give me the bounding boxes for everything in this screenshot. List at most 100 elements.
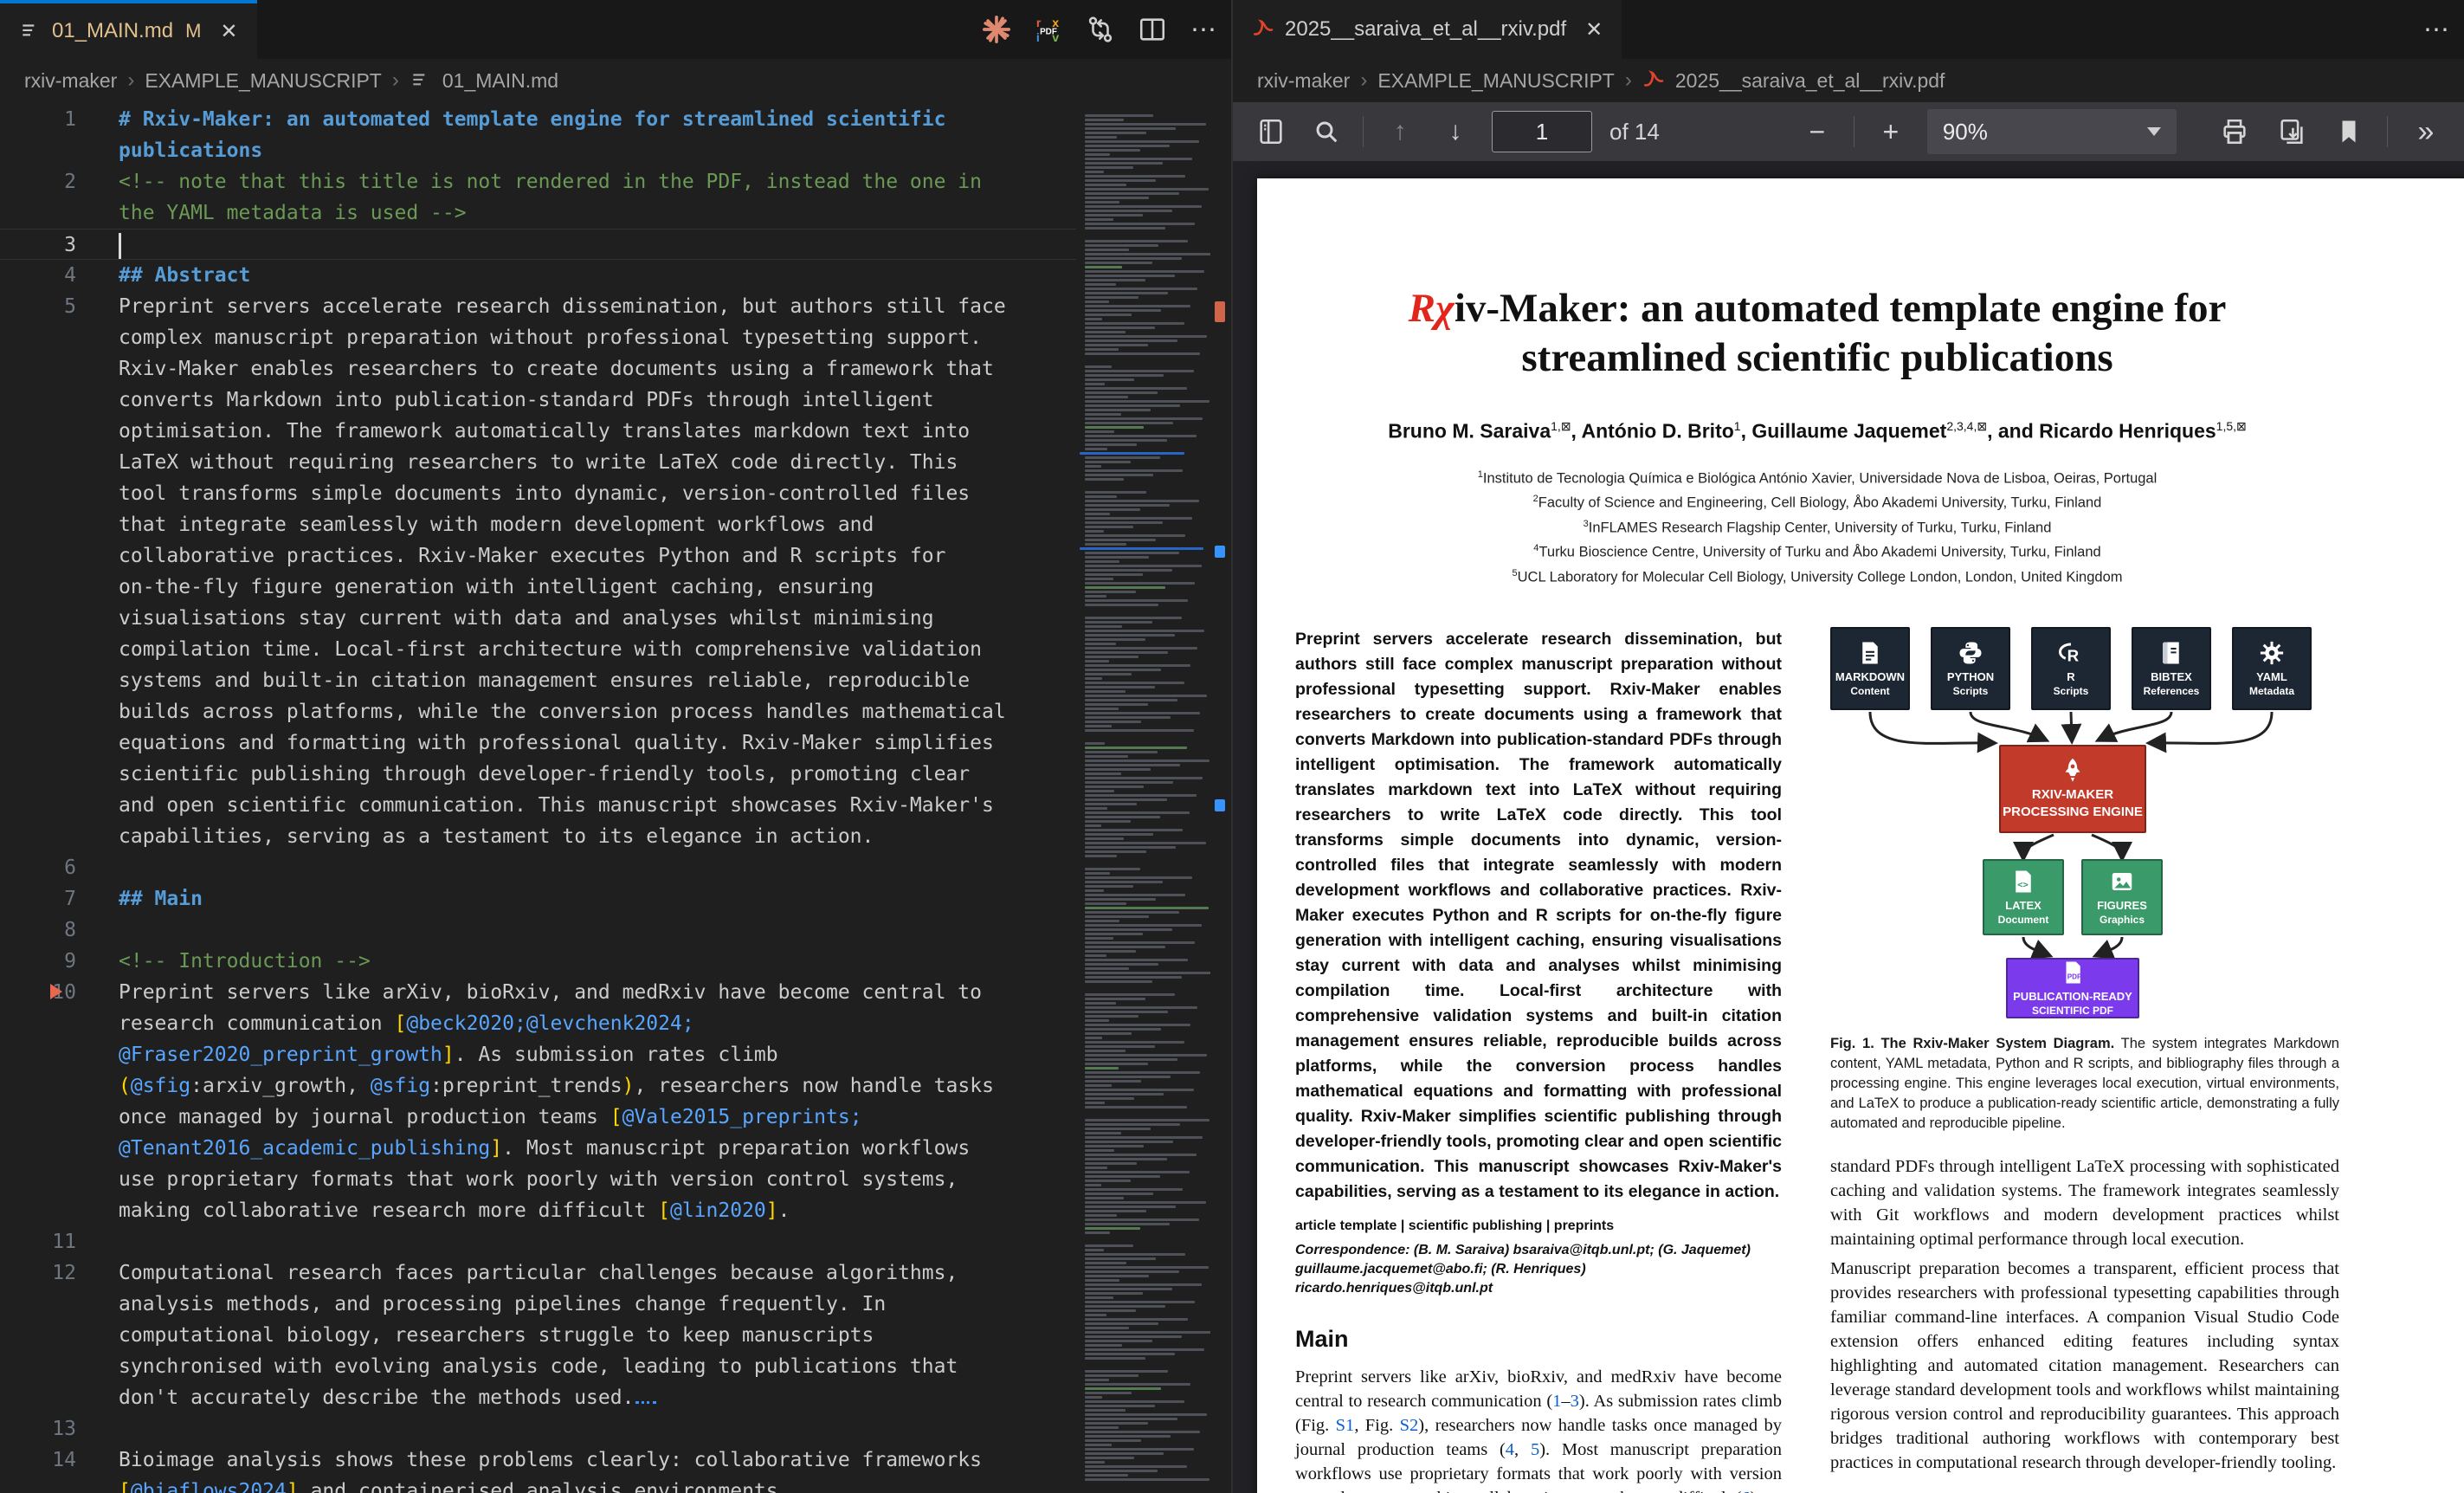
code-row[interactable]: that integrate seamlessly with modern de… — [0, 509, 1076, 540]
code-row[interactable]: computational biology, researchers strug… — [0, 1320, 1076, 1351]
code-line-text: scientific publishing through developer-… — [119, 759, 970, 790]
line-number — [0, 509, 76, 540]
code-row[interactable]: (@sfig:arxiv_growth, @sfig:preprint_tren… — [0, 1070, 1076, 1102]
code-line-text: that integrate seamlessly with modern de… — [119, 509, 874, 540]
code-row[interactable]: 13 — [0, 1413, 1076, 1445]
editor-actions: r x i v PDF — [982, 0, 1219, 59]
code-line-text: research communication [@beck2020;@levch… — [119, 1008, 694, 1039]
code-row[interactable]: 5Preprint servers accelerate research di… — [0, 291, 1076, 322]
code-row[interactable]: optimisation. The framework automaticall… — [0, 416, 1076, 447]
code-row[interactable]: use proprietary formats that work poorly… — [0, 1164, 1076, 1195]
code-row[interactable]: [@biaflows2024] and containerised analys… — [0, 1476, 1076, 1493]
code-row[interactable]: systems and built-in citation management… — [0, 665, 1076, 696]
code-row[interactable]: 4## Abstract — [0, 260, 1076, 291]
code-row[interactable]: 9<!-- Introduction --> — [0, 946, 1076, 977]
code-row[interactable]: and open scientific communication. This … — [0, 790, 1076, 821]
code-row[interactable]: LaTeX without requiring researchers to w… — [0, 447, 1076, 478]
breadcrumb-item[interactable]: rxiv-maker — [24, 69, 117, 93]
code-row[interactable]: making collaborative research more diffi… — [0, 1195, 1076, 1226]
breadcrumb-item[interactable]: 01_MAIN.md — [442, 69, 558, 93]
rxiv-pdf-preview-icon[interactable]: r x i v PDF — [1034, 15, 1063, 44]
zoom-out-icon[interactable]: − — [1798, 113, 1836, 151]
close-tab-icon[interactable]: ✕ — [1585, 17, 1603, 42]
pdf-right-column: MARKDOWNContentPYTHONScriptsRRScriptsBIB… — [1830, 627, 2339, 1493]
search-icon[interactable] — [1307, 113, 1345, 151]
zoom-level-select[interactable]: 90% — [1927, 109, 2177, 154]
citation-link[interactable]: 3 — [1571, 1392, 1579, 1411]
code-row[interactable]: 11 — [0, 1226, 1076, 1257]
toggle-sidebar-icon[interactable] — [1252, 113, 1290, 151]
code-row[interactable]: builds across platforms, while the conve… — [0, 696, 1076, 727]
line-number — [0, 353, 76, 385]
code-row[interactable]: visualisations stay current with data an… — [0, 603, 1076, 634]
breadcrumb-item[interactable]: rxiv-maker — [1257, 69, 1350, 93]
close-tab-icon[interactable]: ✕ — [220, 19, 237, 44]
markdown-editor[interactable]: 1# Rxiv-Maker: an automated template eng… — [0, 102, 1231, 1493]
citation-link[interactable]: S2 — [1400, 1416, 1419, 1435]
breadcrumb-item[interactable]: EXAMPLE_MANUSCRIPT — [1377, 69, 1615, 93]
code-row[interactable]: 6 — [0, 852, 1076, 883]
citation-link[interactable]: 5 — [1531, 1440, 1539, 1459]
code-row[interactable]: 14Bioimage analysis shows these problems… — [0, 1445, 1076, 1476]
next-page-icon[interactable]: ↓ — [1436, 113, 1474, 151]
tab-01-main-md[interactable]: 01_MAIN.md M ✕ — [0, 0, 257, 59]
code-row[interactable]: tool transforms simple documents into dy… — [0, 478, 1076, 509]
code-row[interactable]: 1# Rxiv-Maker: an automated template eng… — [0, 104, 1076, 135]
code-line-text: builds across platforms, while the conve… — [119, 696, 1006, 727]
code-row[interactable]: equations and formatting with profession… — [0, 727, 1076, 759]
code-line-text: @Tenant2016_academic_publishing]. Most m… — [119, 1133, 970, 1164]
code-row[interactable]: 2<!-- note that this title is not render… — [0, 166, 1076, 197]
citation-link[interactable]: S1 — [1336, 1416, 1355, 1435]
figure-1-diagram: MARKDOWNContentPYTHONScriptsRRScriptsBIB… — [1830, 627, 2339, 1018]
code-line-text: @Fraser2020_preprint_growth]. As submiss… — [119, 1039, 778, 1070]
code-row[interactable]: 7## Main — [0, 883, 1076, 915]
zoom-in-icon[interactable]: + — [1872, 113, 1910, 151]
code-row[interactable]: 10Preprint servers like arXiv, bioRxiv, … — [0, 977, 1076, 1008]
citation-link[interactable]: 6 — [1741, 1489, 1750, 1493]
code-row[interactable]: research communication [@beck2020;@levch… — [0, 1008, 1076, 1039]
breadcrumb-item[interactable]: 2025__saraiva_et_al__rxiv.pdf — [1675, 69, 1945, 93]
line-number — [0, 1008, 76, 1039]
code-row[interactable]: on-the-fly figure generation with intell… — [0, 572, 1076, 603]
more-actions-icon[interactable]: ⋯ — [2422, 15, 2452, 44]
tab-pdf[interactable]: 2025__saraiva_et_al__rxiv.pdf ✕ — [1233, 0, 1622, 59]
ruler-mark — [1215, 301, 1225, 322]
code-row[interactable]: compilation time. Local-first architectu… — [0, 634, 1076, 665]
code-row[interactable]: capabilities, serving as a testament to … — [0, 821, 1076, 852]
split-editor-icon[interactable] — [1138, 15, 1167, 44]
print-icon[interactable] — [2216, 113, 2254, 151]
code-row[interactable]: once managed by journal production teams… — [0, 1102, 1076, 1133]
code-line-text: Preprint servers like arXiv, bioRxiv, an… — [119, 977, 982, 1008]
code-line-text: and open scientific communication. This … — [119, 790, 994, 821]
pdf-canvas[interactable]: Rχiv-Maker: an automated template engine… — [1233, 161, 2464, 1493]
more-tools-icon[interactable]: » — [2407, 113, 2445, 151]
code-row[interactable]: 3 — [0, 229, 1076, 260]
compare-changes-icon[interactable] — [1086, 15, 1115, 44]
citation-link[interactable]: 1 — [1552, 1392, 1561, 1411]
page-number-input[interactable] — [1492, 111, 1592, 152]
code-row[interactable]: collaborative practices. Rxiv-Maker exec… — [0, 540, 1076, 572]
code-row[interactable]: publications — [0, 135, 1076, 166]
line-number — [0, 1102, 76, 1133]
save-download-icon[interactable] — [2273, 113, 2311, 151]
code-row[interactable]: @Fraser2020_preprint_growth]. As submiss… — [0, 1039, 1076, 1070]
code-row[interactable]: @Tenant2016_academic_publishing]. Most m… — [0, 1133, 1076, 1164]
code-line-text: making collaborative research more diffi… — [119, 1195, 790, 1226]
citation-link[interactable]: 4 — [1506, 1440, 1514, 1459]
code-row[interactable]: complex manuscript preparation without p… — [0, 322, 1076, 353]
breadcrumb-item[interactable]: EXAMPLE_MANUSCRIPT — [145, 69, 382, 93]
code-row[interactable]: don't accurately describe the methods us… — [0, 1382, 1076, 1413]
rxiv-starburst-icon[interactable] — [982, 15, 1011, 44]
bookmark-icon[interactable] — [2330, 113, 2368, 151]
code-row[interactable]: analysis methods, and processing pipelin… — [0, 1289, 1076, 1320]
code-row[interactable]: converts Markdown into publication-stand… — [0, 385, 1076, 416]
code-row[interactable]: synchronised with evolving analysis code… — [0, 1351, 1076, 1382]
more-actions-icon[interactable]: ⋯ — [1190, 15, 1219, 44]
minimap[interactable] — [1076, 102, 1210, 1493]
code-row[interactable]: Rxiv-Maker enables researchers to create… — [0, 353, 1076, 385]
code-row[interactable]: scientific publishing through developer-… — [0, 759, 1076, 790]
code-row[interactable]: 8 — [0, 915, 1076, 946]
code-row[interactable]: the YAML metadata is used --> — [0, 197, 1076, 229]
code-row[interactable]: 12Computational research faces particula… — [0, 1257, 1076, 1289]
previous-page-icon[interactable]: ↑ — [1381, 113, 1419, 151]
